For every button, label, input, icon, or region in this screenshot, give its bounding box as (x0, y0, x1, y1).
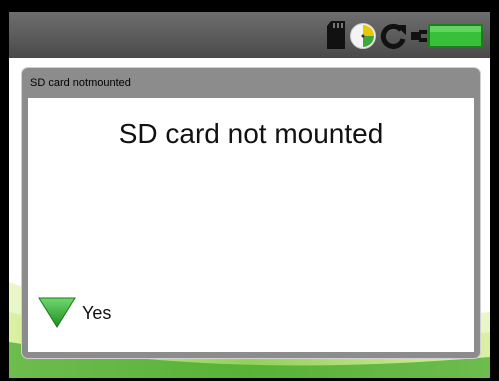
sd-card-dialog: SD card notmounted SD card not mounted Y… (22, 68, 480, 358)
dialog-message: SD card not mounted (118, 118, 384, 149)
down-triangle-icon (38, 297, 76, 328)
dialog-title: SD card notmounted (30, 77, 131, 89)
refresh-icon (380, 23, 406, 49)
battery-charging-icon (411, 24, 483, 48)
dialog-body: SD card not mounted Yes (28, 98, 474, 352)
yes-button[interactable]: Yes (38, 296, 178, 330)
status-bar (9, 12, 490, 58)
device-screen: SD card notmounted SD card not mounted Y… (9, 12, 490, 378)
sd-card-icon (327, 21, 345, 49)
clock-icon (350, 23, 376, 49)
yes-label: Yes (82, 303, 112, 323)
